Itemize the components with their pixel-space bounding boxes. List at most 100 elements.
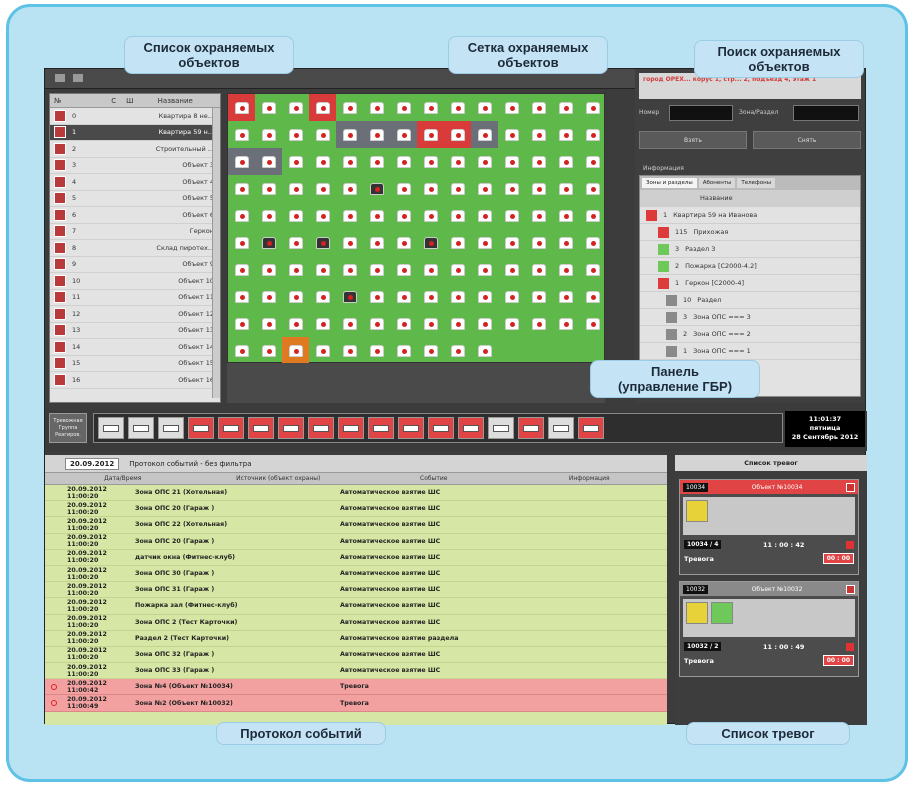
info-row[interactable]: 115 Прихожая — [640, 224, 860, 241]
grid-object-cell[interactable] — [282, 229, 309, 256]
team-car-button[interactable] — [368, 417, 394, 439]
zone-input[interactable] — [793, 105, 859, 121]
grid-object-cell[interactable] — [444, 148, 471, 175]
object-row[interactable]: 6 Объект 6 — [50, 207, 220, 224]
alarm-close-icon[interactable] — [846, 584, 855, 594]
event-row[interactable]: 20.09.2012 11:00:20 Зона ОПС 20 (Гараж ) А… — [45, 501, 667, 518]
alarm-reset-button[interactable] — [846, 642, 854, 651]
grid-object-cell[interactable] — [552, 94, 579, 121]
grid-object-cell[interactable] — [417, 202, 444, 229]
grid-object-cell[interactable] — [444, 175, 471, 202]
object-row[interactable]: 0 Квартира 8 не... — [50, 108, 220, 125]
grid-object-cell[interactable] — [579, 121, 606, 148]
grid-object-cell[interactable] — [309, 202, 336, 229]
event-row[interactable]: 20.09.2012 11:00:20 Зона ОПС 33 (Гараж ) А… — [45, 663, 667, 680]
grid-object-cell[interactable] — [417, 148, 444, 175]
info-row[interactable]: 2 Пожарка [С2000-4.2] — [640, 258, 860, 275]
grid-object-cell[interactable] — [363, 283, 390, 310]
team-car-button[interactable] — [158, 417, 184, 439]
grid-object-cell[interactable] — [309, 310, 336, 337]
grid-object-cell[interactable] — [417, 94, 444, 121]
grid-object-cell[interactable] — [282, 148, 309, 175]
grid-object-cell[interactable] — [228, 175, 255, 202]
event-row[interactable]: 20.09.2012 11:00:20 Пожарка зал (Фитнес-к… — [45, 598, 667, 615]
grid-object-cell[interactable] — [336, 175, 363, 202]
grid-object-cell[interactable] — [255, 175, 282, 202]
grid-object-cell[interactable] — [309, 94, 336, 121]
grid-object-cell[interactable] — [471, 229, 498, 256]
grid-object-cell[interactable] — [417, 310, 444, 337]
grid-object-cell[interactable] — [309, 148, 336, 175]
event-row[interactable]: 20.09.2012 11:00:20 Зона ОПС 2 (Тест Карт… — [45, 615, 667, 631]
col-info[interactable]: Информация — [512, 473, 668, 484]
team-car-button[interactable] — [488, 417, 514, 439]
grid-object-cell[interactable] — [336, 121, 363, 148]
grid-object-cell[interactable] — [309, 256, 336, 283]
grid-object-cell[interactable] — [552, 229, 579, 256]
object-row[interactable]: 12 Объект 12 — [50, 306, 220, 323]
grid-object-cell[interactable] — [417, 229, 444, 256]
grid-object-cell[interactable] — [417, 283, 444, 310]
team-car-button[interactable] — [278, 417, 304, 439]
grid-object-cell[interactable] — [336, 337, 363, 364]
grid-object-cell[interactable] — [336, 94, 363, 121]
grid-object-cell[interactable] — [525, 283, 552, 310]
grid-object-cell[interactable] — [336, 148, 363, 175]
toolbar-icon[interactable] — [55, 74, 65, 82]
grid-object-cell[interactable] — [228, 310, 255, 337]
alarm-reset-button[interactable] — [846, 540, 854, 549]
grid-object-cell[interactable] — [336, 310, 363, 337]
info-row[interactable]: 1 Геркон [С2000-4] — [640, 275, 860, 292]
grid-object-cell[interactable] — [309, 175, 336, 202]
grid-object-cell[interactable] — [363, 175, 390, 202]
grid-object-cell[interactable] — [255, 256, 282, 283]
grid-object-cell[interactable] — [363, 121, 390, 148]
grid-object-cell[interactable] — [390, 94, 417, 121]
tab-phones[interactable]: Телефоны — [737, 178, 776, 188]
grid-object-cell[interactable] — [228, 121, 255, 148]
grid-object-cell[interactable] — [255, 202, 282, 229]
grid-object-cell[interactable] — [363, 202, 390, 229]
grid-object-cell[interactable] — [579, 256, 606, 283]
grid-object-cell[interactable] — [309, 337, 336, 364]
grid-object-cell[interactable] — [498, 283, 525, 310]
grid-object-cell[interactable] — [525, 310, 552, 337]
grid-object-cell[interactable] — [255, 310, 282, 337]
team-car-button[interactable] — [248, 417, 274, 439]
grid-object-cell[interactable] — [390, 310, 417, 337]
object-row[interactable]: 10 Объект 10 — [50, 273, 220, 290]
grid-object-cell[interactable] — [552, 175, 579, 202]
grid-object-cell[interactable] — [336, 256, 363, 283]
object-row[interactable]: 2 Строительный ... — [50, 141, 220, 158]
grid-object-cell[interactable] — [552, 256, 579, 283]
grid-object-cell[interactable] — [390, 256, 417, 283]
grid-object-cell[interactable] — [552, 310, 579, 337]
object-row[interactable]: 9 Объект 9 — [50, 257, 220, 273]
object-row[interactable]: 15 Объект 15 — [50, 356, 220, 372]
grid-object-cell[interactable] — [282, 283, 309, 310]
alarm-card[interactable]: 10034 Объект №10034 10034 / 4 11 : 00 : 42 Т… — [679, 479, 859, 575]
grid-object-cell[interactable] — [579, 148, 606, 175]
grid-object-cell[interactable] — [444, 94, 471, 121]
grid-object-cell[interactable] — [525, 175, 552, 202]
grid-object-cell[interactable] — [498, 175, 525, 202]
grid-object-cell[interactable] — [498, 121, 525, 148]
event-row[interactable]: 20.09.2012 11:00:20 Зона ОПС 32 (Гараж ) А… — [45, 647, 667, 664]
grid-object-cell[interactable] — [444, 202, 471, 229]
grid-object-cell[interactable] — [552, 202, 579, 229]
arm-button[interactable]: Взять — [639, 131, 747, 149]
object-row[interactable]: 1 Квартира 59 н... — [50, 124, 220, 141]
grid-object-cell[interactable] — [228, 94, 255, 121]
grid-object-cell[interactable] — [444, 310, 471, 337]
grid-view-icon[interactable] — [73, 74, 83, 82]
team-car-button[interactable] — [98, 417, 124, 439]
event-row[interactable]: 20.09.2012 11:00:20 Зона ОПС 30 (Гараж ) А… — [45, 566, 667, 583]
grid-object-cell[interactable] — [498, 310, 525, 337]
event-row[interactable]: 20.09.2012 11:00:42 Зона №4 (Объект №1003… — [45, 679, 667, 696]
info-row[interactable]: 1 Зона ОПС === 1 — [640, 343, 860, 360]
event-row[interactable]: 20.09.2012 11:00:20 Зона ОПС 31 (Гараж ) А… — [45, 582, 667, 599]
event-row[interactable]: 20.09.2012 11:00:20 Зона ОПС 22 (Хотельна… — [45, 517, 667, 534]
object-row[interactable]: 7 Геркон — [50, 224, 220, 240]
grid-object-cell[interactable] — [228, 202, 255, 229]
tab-subscribers[interactable]: Абоненты — [698, 178, 736, 188]
